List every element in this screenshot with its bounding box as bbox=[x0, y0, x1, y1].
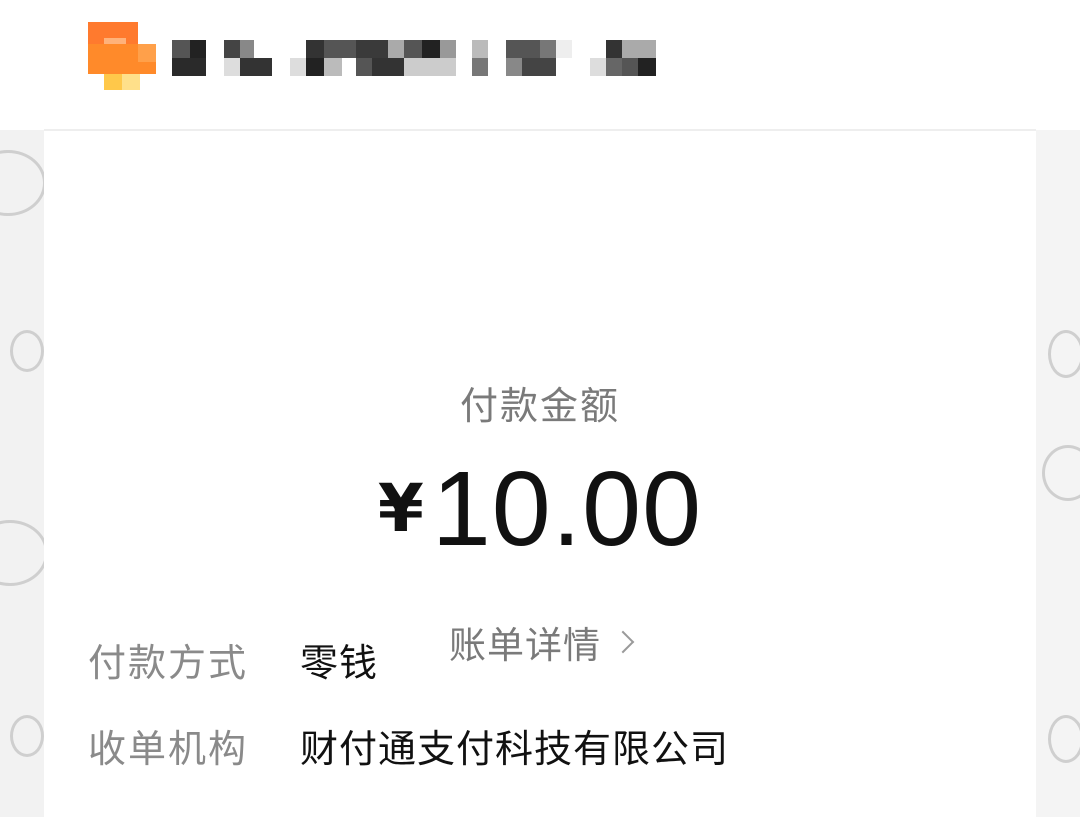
doodle-icon bbox=[0, 150, 44, 216]
doodle-icon bbox=[1042, 445, 1080, 501]
merchant-header bbox=[0, 0, 1080, 130]
payment-method-value: 零钱 bbox=[300, 641, 379, 685]
payment-method-row: 付款方式 零钱 bbox=[88, 632, 378, 687]
background-pattern-right bbox=[1036, 130, 1080, 817]
payment-amount: ¥10.00 bbox=[44, 449, 1036, 570]
background-pattern-left bbox=[0, 130, 44, 817]
amount-label: 付款金额 bbox=[459, 384, 620, 428]
doodle-icon bbox=[10, 330, 44, 372]
amount-value: 10.00 bbox=[431, 450, 703, 568]
doodle-icon bbox=[1048, 715, 1080, 763]
acquirer-row: 收单机构 财付通支付科技有限公司 bbox=[88, 718, 729, 773]
doodle-icon bbox=[10, 715, 44, 757]
doodle-icon bbox=[0, 520, 44, 586]
merchant-name-blurred bbox=[172, 40, 662, 76]
acquirer-label: 收单机构 bbox=[88, 727, 249, 771]
chevron-right-icon bbox=[611, 630, 635, 654]
acquirer-value: 财付通支付科技有限公司 bbox=[300, 727, 730, 771]
payment-method-label: 付款方式 bbox=[88, 641, 249, 685]
bill-detail-label: 账单详情 bbox=[449, 624, 601, 667]
merchant-avatar[interactable] bbox=[88, 22, 156, 90]
doodle-icon bbox=[1048, 330, 1080, 378]
currency-symbol: ¥ bbox=[377, 470, 424, 547]
payment-card: 付款金额 ¥10.00 账单详情 bbox=[44, 131, 1036, 817]
